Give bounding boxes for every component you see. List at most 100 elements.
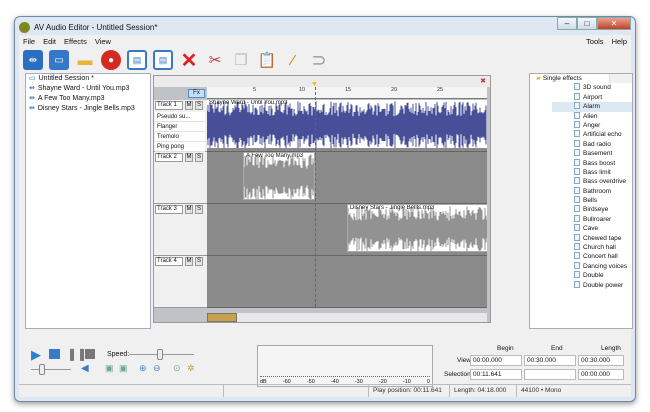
ruler-tick: 15 xyxy=(345,87,352,93)
delete-icon[interactable]: ✕ xyxy=(179,50,199,72)
menu-file[interactable]: File xyxy=(23,37,35,46)
mute-button[interactable]: M xyxy=(185,153,193,162)
paste-icon[interactable]: 📋 xyxy=(257,50,277,70)
view-length-field[interactable]: 00:30.000 xyxy=(578,355,624,366)
zoom-in-icon[interactable]: ⊕ xyxy=(139,363,147,374)
vertical-scrollbar[interactable] xyxy=(609,74,632,84)
mute-button[interactable]: M xyxy=(185,101,193,110)
zoom-in-vertical-icon[interactable]: ▣ xyxy=(105,363,114,374)
cut-icon[interactable]: ✂ xyxy=(205,50,225,70)
effect-icon xyxy=(574,102,580,110)
zoom-fit-icon[interactable]: ✲ xyxy=(187,363,195,374)
length-status: Length: 04:18.000 xyxy=(450,385,517,397)
effect-item[interactable]: Pseudo su... xyxy=(155,112,205,122)
level-meter: dB -60 -50 -40 -30 -20 -10 0 xyxy=(257,345,433,387)
scroll-thumb[interactable] xyxy=(207,313,237,322)
audio-clip[interactable]: Shayne Ward - Until You.mp3 xyxy=(207,100,487,148)
selection-length-field[interactable]: 00:00.000 xyxy=(578,369,624,380)
effect-item[interactable]: Double power xyxy=(552,280,632,290)
session-file[interactable]: ⇹ Disney Stars - Jingle Bells.mp3 xyxy=(26,104,150,114)
effect-item[interactable]: Cave xyxy=(552,224,632,233)
effect-item[interactable]: Concert hall xyxy=(552,252,632,261)
effect-item[interactable]: Bad radio xyxy=(552,139,632,149)
magic-wand-icon[interactable]: ⁄ xyxy=(283,50,303,70)
effect-item[interactable]: Alien xyxy=(552,111,632,121)
speaker-icon[interactable]: ◀ xyxy=(81,363,89,374)
solo-button[interactable]: S xyxy=(195,257,203,266)
horizontal-scrollbar[interactable] xyxy=(207,313,487,322)
effect-icon xyxy=(574,252,580,260)
view-end-field[interactable]: 00:30.000 xyxy=(524,355,576,366)
mute-button[interactable]: M xyxy=(185,257,193,266)
track-name[interactable]: Track 2 xyxy=(155,153,183,162)
track-name[interactable]: Track 1 xyxy=(155,101,183,110)
effect-item[interactable]: 3D sound xyxy=(552,83,632,92)
effect-item[interactable]: Ping pong xyxy=(155,142,205,152)
solo-button[interactable]: S xyxy=(195,153,203,162)
waveform xyxy=(207,101,487,148)
menu-edit[interactable]: Edit xyxy=(43,37,56,46)
new-session-icon[interactable]: ⇹ xyxy=(23,50,43,70)
effect-item[interactable]: Basement xyxy=(552,149,632,158)
track-lane[interactable]: A Few Too Many.mp3 xyxy=(207,152,487,204)
format-status: 44100 • Mono xyxy=(521,387,562,394)
menu-effects[interactable]: Effects xyxy=(64,37,87,46)
session-file[interactable]: ⇹ A Few Too Many.mp3 xyxy=(26,94,150,104)
mute-button[interactable]: M xyxy=(185,205,193,214)
save-icon[interactable]: ▤ xyxy=(127,50,147,70)
effect-item[interactable]: Bass boost xyxy=(552,158,632,168)
track-lane[interactable]: Shayne Ward - Until You.mp3 xyxy=(207,100,487,152)
selection-end-field[interactable] xyxy=(524,369,576,380)
solo-button[interactable]: S xyxy=(195,101,203,110)
close-button[interactable]: ✕ xyxy=(597,17,631,30)
effect-item[interactable]: Birdseye xyxy=(552,205,632,214)
audio-clip[interactable]: A Few Too Many.mp3 xyxy=(243,152,315,200)
effect-item[interactable]: Airport xyxy=(552,92,632,102)
speed-slider[interactable] xyxy=(129,349,194,360)
minimize-button[interactable]: – xyxy=(557,17,577,30)
effect-item[interactable]: Anger xyxy=(552,120,632,130)
loop-icon[interactable] xyxy=(49,349,60,359)
session-file[interactable]: ⇹ Shayne Ward - Until You.mp3 xyxy=(26,84,150,94)
undo-icon[interactable]: ⊃ xyxy=(309,50,329,70)
zoom-selection-icon[interactable]: ⊙ xyxy=(173,363,181,374)
open-folder-icon[interactable]: ▬ xyxy=(75,50,95,70)
save-as-icon[interactable]: ▤ xyxy=(153,50,173,70)
selection-begin-field[interactable]: 00:11.641 xyxy=(470,369,522,380)
session-root[interactable]: ▭ Untitled Session * xyxy=(26,74,150,84)
effect-item[interactable]: Artificial echo xyxy=(552,130,632,139)
menu-help[interactable]: Help xyxy=(612,37,627,46)
effect-item[interactable]: Flanger xyxy=(155,122,205,132)
session-icon[interactable]: ▭ xyxy=(49,50,69,70)
menu-tools[interactable]: Tools xyxy=(586,37,604,46)
audio-clip[interactable]: Disney Stars - Jingle Bellls.mp3 xyxy=(347,204,487,252)
zoom-out-icon[interactable]: ⊖ xyxy=(153,363,161,374)
maximize-button[interactable]: □ xyxy=(577,17,597,30)
play-icon[interactable]: ▶ xyxy=(31,347,41,363)
track-name[interactable]: Track 3 xyxy=(155,205,183,214)
effect-item[interactable]: Church hall xyxy=(552,243,632,252)
menu-view[interactable]: View xyxy=(95,37,111,46)
effect-item[interactable]: Bells xyxy=(552,196,632,205)
view-begin-field[interactable]: 00:00.000 xyxy=(470,355,522,366)
effect-item[interactable]: Chewed tape xyxy=(552,233,632,243)
close-editor-icon[interactable]: ✖ xyxy=(480,77,486,85)
effect-item[interactable]: Bullroarer xyxy=(552,214,632,224)
track-name[interactable]: Track 4 xyxy=(155,257,183,266)
record-icon[interactable]: ● xyxy=(101,50,121,70)
effect-item[interactable]: Bathroom xyxy=(552,186,632,196)
track-lane[interactable] xyxy=(207,256,487,308)
effect-item[interactable]: Bass overdrive xyxy=(552,177,632,186)
copy-icon[interactable]: ❐ xyxy=(231,50,251,70)
fx-button[interactable]: Fx xyxy=(188,89,205,98)
effect-item[interactable]: Tremolo xyxy=(155,132,205,142)
volume-slider[interactable] xyxy=(31,364,71,375)
stop-icon[interactable] xyxy=(85,349,95,359)
effect-item[interactable]: Dancing voices xyxy=(552,261,632,271)
track-lane[interactable]: Disney Stars - Jingle Bellls.mp3 xyxy=(207,204,487,256)
effect-item[interactable]: Alarm xyxy=(552,102,632,112)
zoom-out-vertical-icon[interactable]: ▣ xyxy=(119,363,128,374)
effect-item[interactable]: Bass limit xyxy=(552,167,632,177)
solo-button[interactable]: S xyxy=(195,205,203,214)
effect-item[interactable]: Double xyxy=(552,271,632,280)
